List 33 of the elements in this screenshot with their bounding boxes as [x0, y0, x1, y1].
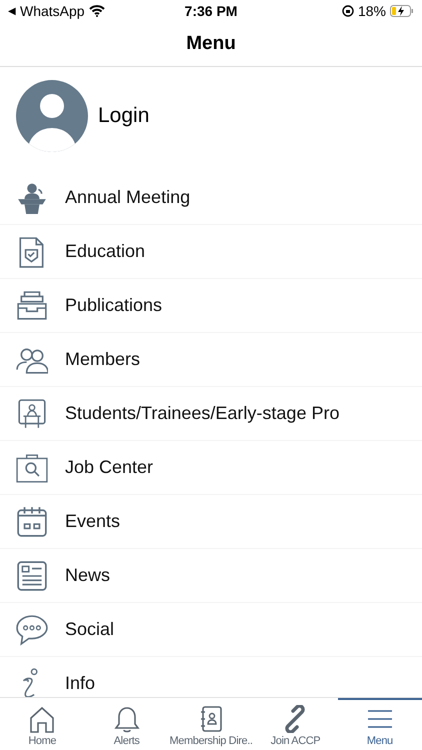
bell-icon [112, 705, 141, 733]
tab-item[interactable]: Membership Dire.. [168, 698, 254, 750]
calendar-icon [16, 506, 48, 538]
clock-time: 7:36 PM [184, 3, 238, 19]
tab-item[interactable]: Join ACCP [253, 698, 338, 750]
screen-title: Menu [186, 33, 236, 55]
person-at-desk-icon [16, 398, 48, 430]
podium-speaker-icon [16, 182, 48, 214]
section-link-row[interactable]: Students/Trainees/Early-stage Pro [0, 387, 422, 441]
briefcase-search-icon [16, 452, 48, 484]
tab-item[interactable]: Home [0, 698, 84, 750]
battery-percent: 18% [358, 3, 386, 19]
section-link-row[interactable]: Events [0, 495, 422, 549]
home-icon [28, 705, 56, 733]
section-link-row[interactable]: Social [0, 603, 422, 657]
avatar-icon [16, 80, 88, 152]
section-link-row[interactable]: Publications [0, 279, 422, 333]
speech-bubble-icon [16, 614, 48, 646]
tab-item[interactable]: Menu [338, 698, 422, 750]
back-arrow[interactable]: ◀ [8, 5, 16, 17]
battery-charging-icon [390, 5, 414, 17]
wifi-icon [88, 5, 105, 17]
back-app-link[interactable]: WhatsApp [20, 3, 85, 19]
section-link-row[interactable]: Job Center [0, 441, 422, 495]
section-link-row[interactable]: News [0, 549, 422, 603]
tab-item[interactable]: Alerts [84, 698, 169, 750]
rotation-lock-icon [342, 5, 354, 17]
section-link-row[interactable]: Members [0, 333, 422, 387]
login-row[interactable]: Login [0, 67, 422, 171]
inbox-tray-icon [16, 290, 48, 322]
newspaper-icon [16, 560, 48, 592]
section-link-row[interactable]: Education [0, 225, 422, 279]
section-link-row[interactable]: Annual Meeting [0, 171, 422, 225]
